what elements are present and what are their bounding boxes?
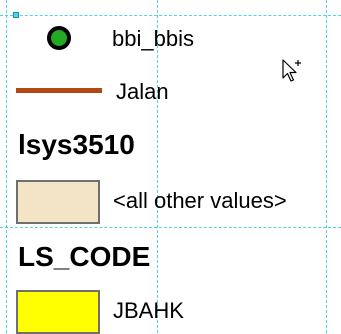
layer-title-ls-code: LS_CODE xyxy=(18,241,151,272)
vertical-guide-line-right xyxy=(326,0,327,333)
vertical-guide-line-left xyxy=(6,0,7,333)
selection-handle[interactable] xyxy=(13,12,19,18)
legend-item-label-bbi-bbis: bbi_bbis xyxy=(112,26,194,51)
fill-swatch-jbahk xyxy=(16,290,100,334)
legend-item-label-jalan: Jalan xyxy=(116,79,169,104)
move-add-cursor-icon xyxy=(282,59,301,82)
point-symbol-icon xyxy=(47,26,71,50)
class-label-all-other-values: <all other values> xyxy=(113,188,287,213)
horizontal-guide-line xyxy=(0,15,341,16)
line-symbol-icon xyxy=(16,88,102,93)
horizontal-guide-line-lower xyxy=(0,227,341,228)
fill-swatch-all-other-values xyxy=(16,180,100,224)
class-label-jbahk: JBAHK xyxy=(113,298,184,323)
layer-title-lsys3510: lsys3510 xyxy=(18,129,135,160)
